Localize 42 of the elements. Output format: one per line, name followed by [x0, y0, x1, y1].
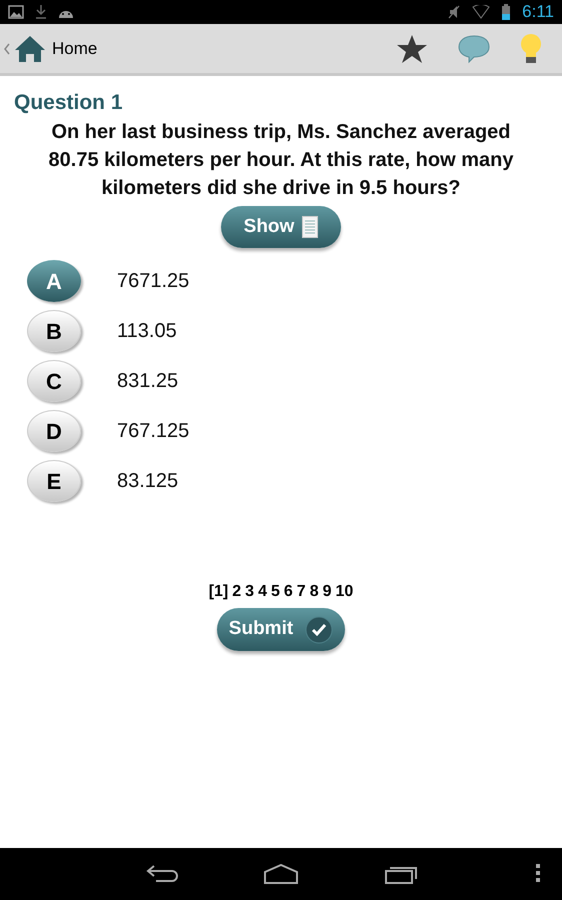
page-number-link[interactable]: 2	[232, 580, 242, 604]
download-icon	[36, 5, 46, 19]
wifi-icon	[472, 5, 490, 19]
checkmark-icon	[305, 616, 334, 644]
page-number-link[interactable]: 6	[284, 580, 293, 604]
question-text: On her last business trip, Ms. Sanchez averaged 80.75 kilometers per hour. At this rate, how many kilometers did she drive in 9.5 hours?	[48, 120, 514, 201]
answer-option-bubble[interactable]: B	[27, 310, 81, 352]
home-button[interactable]: Home	[0, 24, 106, 73]
picture-notification-icon	[8, 5, 24, 19]
mute-icon	[448, 5, 460, 19]
house-icon	[14, 34, 46, 62]
answer-text: 767.125	[117, 419, 190, 444]
page-number-link[interactable]: 8	[310, 580, 319, 604]
page-number-link[interactable]: 9	[322, 580, 332, 604]
star-icon[interactable]	[396, 34, 428, 64]
home-nav-icon[interactable]	[264, 864, 298, 884]
answer-option-bubble[interactable]: A	[27, 260, 81, 302]
page-number-link[interactable]: 7	[296, 580, 306, 604]
answer-text: 831.25	[117, 369, 178, 394]
answer-text: 113.05	[117, 319, 177, 344]
answer-option-bubble[interactable]: C	[27, 360, 81, 402]
speech-bubble-icon[interactable]	[458, 34, 490, 64]
answer-text: 83.125	[117, 469, 178, 494]
show-button[interactable]: Show	[221, 206, 341, 248]
back-caret-icon	[4, 42, 10, 54]
page-number-link[interactable]: 5	[270, 580, 280, 604]
question-title: Question 1	[14, 90, 124, 116]
status-time: 6:11	[522, 1, 554, 24]
answer-option-bubble[interactable]: E	[27, 460, 81, 502]
page-number-link[interactable]: 4	[258, 580, 267, 604]
document-icon	[302, 216, 318, 238]
battery-icon	[502, 4, 510, 20]
overflow-menu-icon[interactable]	[536, 864, 540, 882]
page-number-link[interactable]: [1]	[208, 580, 228, 604]
submit-button[interactable]: Submit	[217, 608, 345, 651]
answer-text: 7671.25	[117, 269, 190, 294]
back-icon[interactable]	[146, 864, 178, 884]
lightbulb-icon[interactable]	[520, 32, 542, 64]
recent-apps-icon[interactable]	[385, 864, 417, 884]
answer-option-bubble[interactable]: D	[27, 410, 81, 452]
page-number-link[interactable]: 10	[336, 580, 354, 604]
page-number-link[interactable]: 3	[245, 580, 254, 604]
